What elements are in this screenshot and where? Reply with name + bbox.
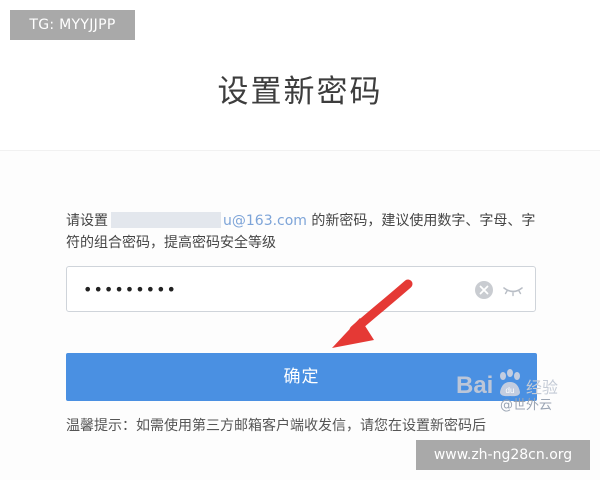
email-redaction-bar — [111, 212, 221, 228]
eye-closed-icon[interactable] — [503, 283, 523, 297]
tip-text: 温馨提示：如需使用第三方邮箱客户端收发信，请您在设置新密码后 — [66, 418, 486, 434]
red-arrow-icon — [332, 279, 413, 348]
page-title: 设置新密码 — [217, 74, 383, 110]
password-value: ••••••••• — [83, 280, 177, 299]
instruction-prefix: 请设置 — [66, 213, 108, 229]
author-watermark: @世外云 — [500, 398, 553, 413]
email-address: u@163.com — [223, 213, 307, 229]
password-reset-page: TG: MYYJJPP 设置新密码 请设置 u@163.com 的新密码，建议使用… — [0, 0, 600, 480]
new-password-input[interactable]: ••••••••• — [66, 266, 536, 312]
site-overlay-badge: www.zh-ng28cn.org — [416, 440, 590, 470]
clear-icon[interactable] — [475, 281, 493, 299]
baidu-brand-text: Bai — [456, 372, 494, 399]
instruction-text: 请设置 u@163.com 的新密码，建议使用数字、字母、字符的组合密码，提高密码… — [66, 210, 546, 254]
tg-overlay-badge: TG: MYYJJPP — [10, 10, 135, 40]
